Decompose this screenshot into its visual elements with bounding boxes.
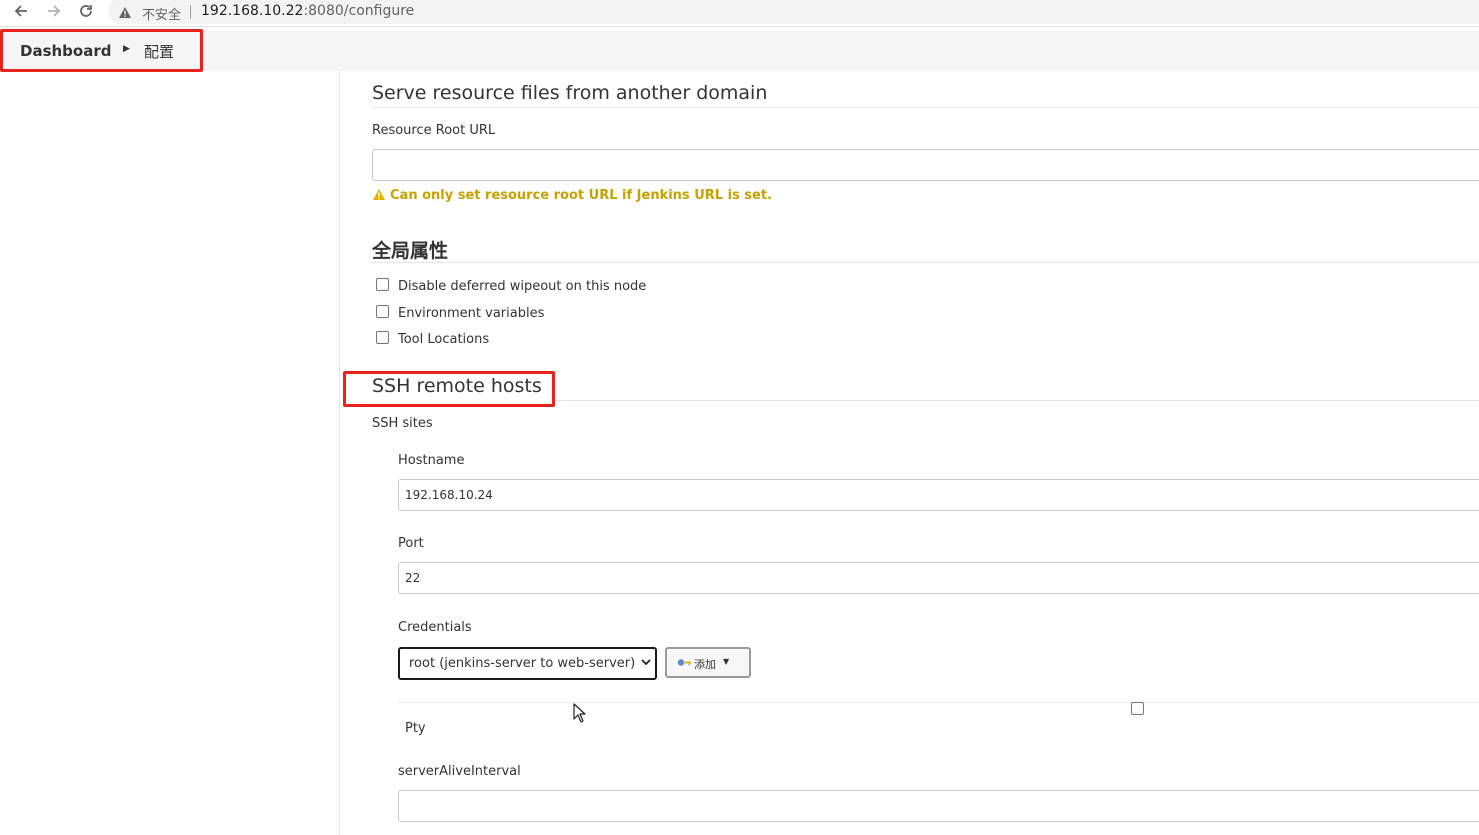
credentials-selected-value: root (jenkins-server to web-server) (409, 656, 636, 671)
warning-icon (373, 189, 385, 200)
breadcrumb: Dashboard ▶ 配置 (0, 31, 1479, 71)
sidebar-divider (339, 71, 340, 835)
credentials-label: Credentials (398, 620, 472, 635)
checkbox[interactable] (376, 278, 389, 291)
section-divider (372, 262, 1479, 263)
url-separator (190, 5, 191, 19)
add-button-label: 添加 (694, 658, 716, 671)
chevron-down-icon (641, 659, 651, 666)
hostname-input[interactable] (398, 479, 1479, 511)
not-secure-warning-icon[interactable] (118, 4, 132, 23)
port-label: Port (398, 536, 424, 551)
checkbox[interactable] (376, 305, 389, 318)
credentials-select[interactable]: root (jenkins-server to web-server) (398, 647, 657, 680)
resource-root-url-input[interactable] (372, 149, 1479, 181)
browser-toolbar: 不安全 192.168.10.22:8080/configure (0, 0, 1479, 27)
section-divider (372, 107, 1479, 108)
option-disable-deferred-wipeout[interactable]: Disable deferred wipeout on this node (376, 278, 646, 294)
key-icon (677, 659, 691, 666)
warning-text: Can only set resource root URL if Jenkin… (390, 188, 773, 203)
section-title-global-properties: 全局属性 (372, 240, 449, 262)
resource-url-warning: Can only set resource root URL if Jenkin… (372, 188, 772, 203)
server-alive-interval-input[interactable] (398, 790, 1479, 822)
hostname-label: Hostname (398, 453, 465, 468)
port-input[interactable] (398, 562, 1479, 594)
reload-icon[interactable] (76, 3, 96, 23)
highlight-box-breadcrumb (0, 29, 203, 72)
not-secure-label[interactable]: 不安全 (142, 4, 181, 23)
resource-root-url-label: Resource Root URL (372, 123, 496, 138)
option-label: Environment variables (398, 306, 545, 321)
section-divider (555, 400, 1479, 401)
pty-label: Pty (405, 721, 426, 736)
section-title-resource-domain: Serve resource files from another domain (372, 82, 768, 104)
back-arrow-icon[interactable] (11, 3, 31, 23)
add-credentials-button[interactable]: 添加 ▼ (665, 647, 751, 678)
highlight-box-ssh-title (343, 371, 555, 407)
option-environment-variables[interactable]: Environment variables (376, 305, 544, 321)
server-alive-interval-label: serverAliveInterval (398, 764, 521, 779)
url-text[interactable]: 192.168.10.22:8080/configure (201, 3, 414, 19)
forward-arrow-icon[interactable] (44, 3, 64, 23)
option-label: Tool Locations (398, 332, 490, 347)
checkbox[interactable] (376, 331, 389, 344)
pty-divider (398, 702, 1479, 703)
option-label: Disable deferred wipeout on this node (398, 279, 647, 294)
ssh-sites-label: SSH sites (372, 416, 433, 431)
url-host: 192.168.10.22 (201, 3, 304, 19)
url-path: :8080/configure (303, 3, 415, 19)
caret-down-icon: ▼ (723, 657, 730, 666)
option-tool-locations[interactable]: Tool Locations (376, 331, 489, 347)
mouse-cursor-icon (573, 703, 586, 723)
pty-checkbox[interactable] (1131, 702, 1144, 715)
